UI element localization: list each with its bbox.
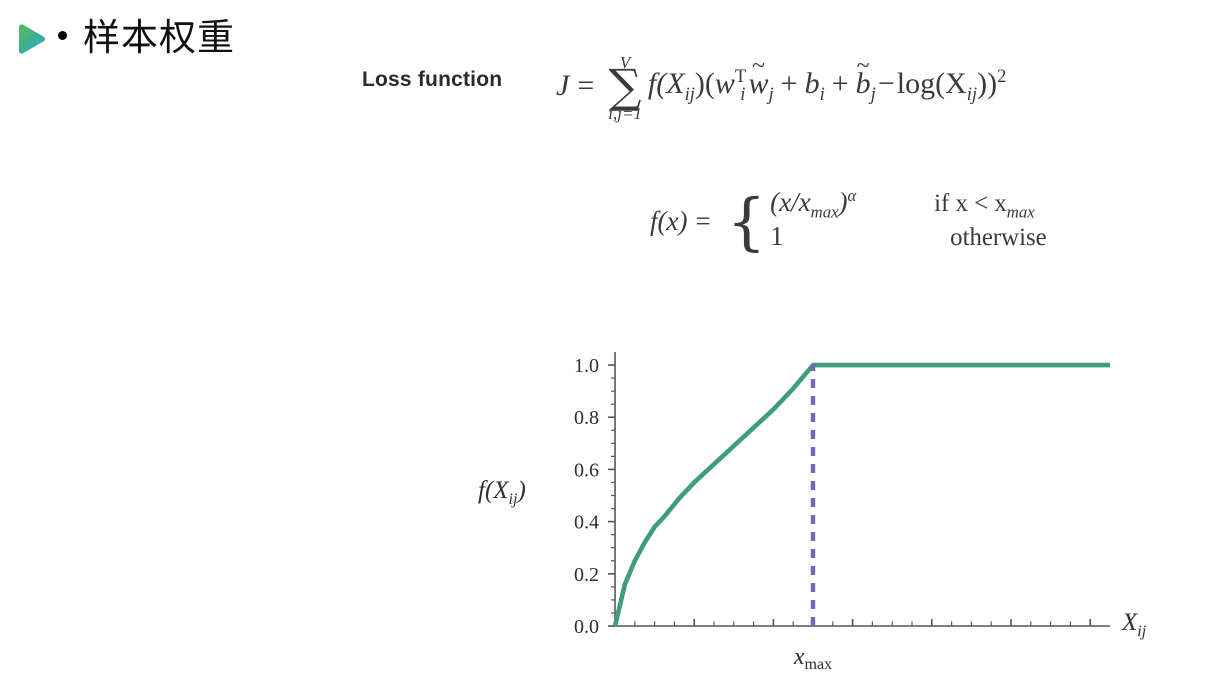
eq-weight-sub: ij: [684, 83, 695, 105]
eq-w-tilde-sub: j: [768, 83, 774, 105]
eq-b-tilde-sub: j: [870, 83, 876, 105]
case-1-sub: max: [810, 202, 839, 222]
y-axis-ticks: [608, 364, 615, 627]
case-1-expr: (x/x: [770, 187, 811, 217]
loss-function-label: Loss function: [362, 68, 503, 91]
chart-svg: 0.0 0.2 0.4 0.6 0.8 1.0 f(Xij) Xij xmax: [478, 352, 1147, 673]
piecewise-lhs: f(x): [650, 205, 688, 236]
eq-w-tilde-accent: ~: [751, 53, 765, 80]
eq-open-paren: )(: [694, 66, 715, 100]
eq-b-tilde-host: ~ b: [856, 54, 871, 101]
equation-equals: =: [577, 68, 595, 102]
case-1-cond-text: if x < x: [934, 190, 1007, 217]
equation-lhs: J: [556, 68, 570, 102]
x-axis-title: Xij: [1121, 609, 1147, 640]
eq-w-tilde-host: ~ w: [748, 54, 768, 101]
eq-plus-2: +: [831, 66, 849, 100]
eq-w-sub: i: [740, 83, 746, 105]
page-title: 样本权重: [83, 18, 235, 59]
eq-b-sub: i: [819, 83, 825, 105]
eq-power: 2: [997, 65, 1007, 87]
case-1-close: ): [838, 187, 848, 217]
eq-weight-fn: f(X: [647, 66, 685, 100]
x-max-label: xmax: [793, 644, 832, 673]
eq-plus-1: +: [780, 66, 798, 100]
piecewise-equals: =: [695, 205, 711, 236]
slide-canvas: 样本权重 Loss function J = V ∑ i,j=1 f(Xij)(…: [0, 0, 1208, 686]
weighting-curve: [612, 362, 1110, 627]
summation-operator: V ∑ i,j=1: [608, 54, 642, 122]
case-2-value: 1: [770, 221, 784, 251]
y-tick-label: 0.6: [574, 459, 599, 481]
x-axis-ticks: [634, 619, 1092, 626]
y-axis-title: f(Xij): [478, 477, 526, 508]
heading-row: 样本权重: [14, 20, 235, 57]
case-1-exponent: α: [847, 186, 857, 205]
eq-b: b: [804, 66, 820, 100]
case-1-value: (x/xmax)α: [770, 186, 920, 222]
eq-log: log(X: [896, 66, 967, 100]
piecewise-brace: {: [726, 184, 767, 258]
equation-body: f(Xij)(wTi ~ wj + bi + ~ bj−log(Xij))2: [647, 54, 1007, 106]
y-tick-label: 0.2: [574, 564, 599, 586]
eq-w: w: [714, 66, 735, 100]
y-axis-tick-labels: 0.0 0.2 0.4 0.6 0.8 1.0: [574, 355, 599, 638]
piecewise-case-2: 1 otherwise: [770, 221, 1047, 256]
play-triangle-icon: [19, 23, 46, 54]
eq-close-paren: )): [977, 66, 998, 100]
weighting-function-chart: 0.0 0.2 0.4 0.6 0.8 1.0 f(Xij) Xij xmax: [470, 330, 1170, 680]
y-tick-label: 0.4: [574, 512, 599, 534]
y-tick-label: 0.8: [574, 407, 599, 429]
eq-log-sub: ij: [966, 83, 978, 105]
summation-symbol: ∑: [608, 59, 642, 113]
loss-function-equation: J = V ∑ i,j=1 f(Xij)(wTi ~ wj + bi + ~ bj−log(X…: [556, 52, 1007, 122]
y-tick-label: 0.0: [574, 616, 599, 638]
bullet-dot-icon: [58, 31, 67, 40]
case-1-condition: if x < xmax: [920, 187, 1035, 222]
y-tick-label: 1.0: [574, 355, 599, 377]
piecewise-case-1: (x/xmax)α if x < xmax: [770, 186, 1047, 221]
case-1-cond-sub: max: [1006, 202, 1035, 222]
weighting-function-equation: f(x) = { (x/xmax)α if x < xmax 1 otherwi…: [650, 186, 1047, 256]
piecewise-cases: (x/xmax)α if x < xmax 1 otherwise: [770, 186, 1047, 256]
summation-lower-limit: i,j=1: [608, 103, 642, 123]
eq-b-tilde-accent: ~: [856, 53, 870, 80]
case-2-condition: otherwise: [950, 224, 1047, 251]
eq-minus: −: [877, 66, 895, 100]
